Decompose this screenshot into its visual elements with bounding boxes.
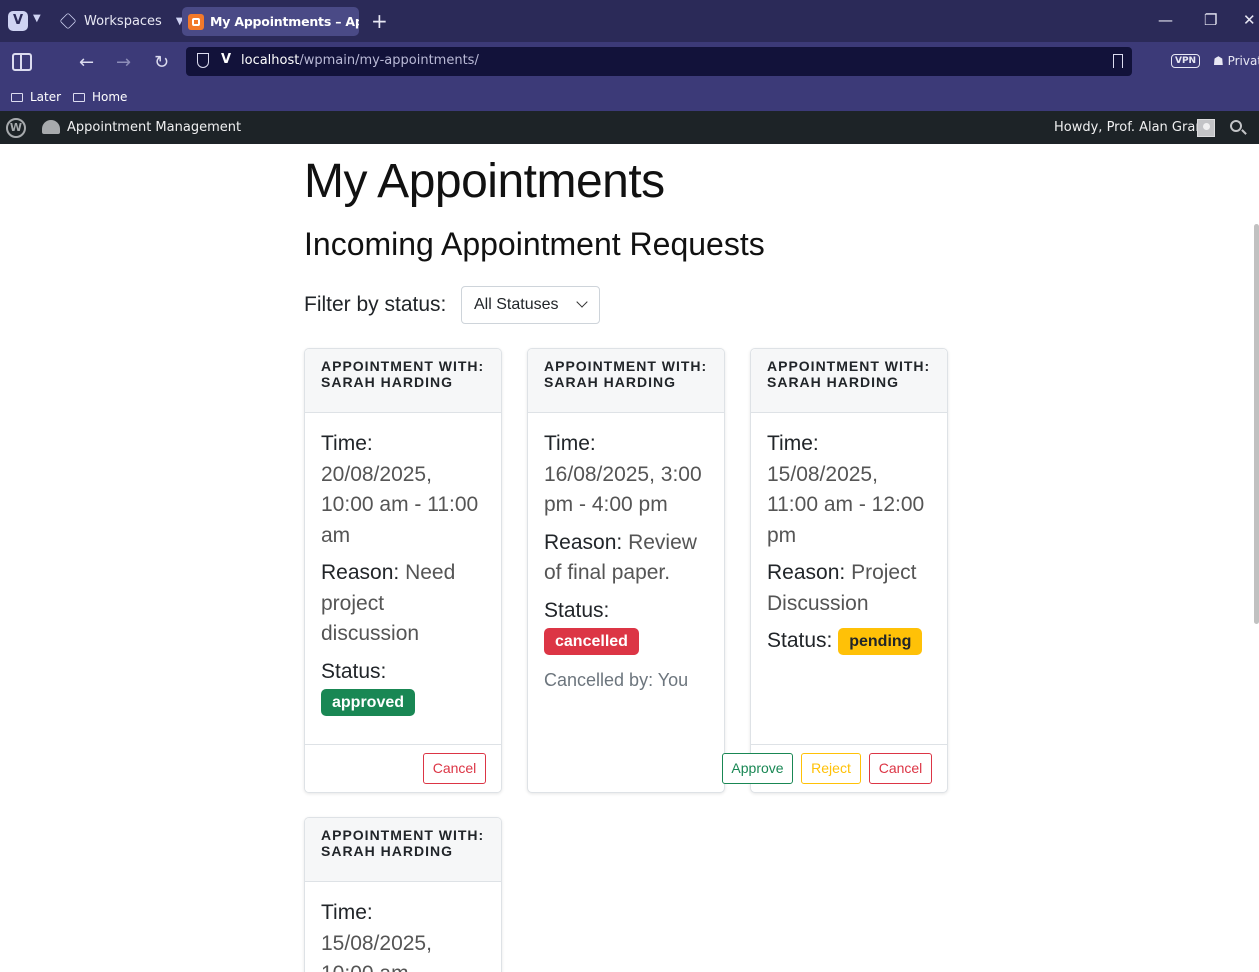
folder-icon: [11, 92, 23, 102]
chevron-down-icon[interactable]: ▼: [33, 13, 41, 24]
cancelled-by-note: Cancelled by: You: [544, 669, 689, 690]
time-value: 15/08/2025, 11:00 am - 12:00 pm: [767, 462, 925, 547]
forward-icon[interactable]: →: [116, 52, 131, 73]
reason-label: Reason:: [321, 561, 400, 584]
url-host: localhost: [241, 53, 300, 68]
reason-field: Reason: Review of final paper.: [544, 528, 708, 589]
time-label: Time:: [544, 432, 596, 455]
cancel-button[interactable]: Cancel: [423, 753, 486, 784]
appointment-card: Appointment with: Sarah Harding Time: 15…: [722, 348, 948, 793]
close-icon[interactable]: ✕: [1243, 11, 1256, 29]
tab-title: My Appointments – Appoir: [210, 14, 359, 29]
status-field: Status: approved: [321, 657, 485, 718]
browser-window: V ▼ Workspaces ▼ My Appointments – Appoi…: [0, 0, 1259, 972]
card-header: Appointment with: Sarah Harding: [751, 349, 947, 413]
bookmarks-bar: Later Home: [0, 82, 1259, 111]
time-field: Time: 15/08/2025, 11:00 am - 12:00 pm: [767, 429, 931, 551]
workspaces-button[interactable]: Workspaces ▼: [59, 11, 184, 31]
approve-button[interactable]: Approve: [722, 753, 793, 784]
private-label: Privat: [1227, 54, 1259, 68]
reload-icon[interactable]: ↻: [154, 52, 169, 73]
side-panel-icon[interactable]: [12, 53, 32, 71]
card-footer: Approve Reject Cancel: [722, 744, 947, 792]
card-body: Time: 15/08/2025, 10:00 am: [305, 882, 501, 972]
wordpress-logo-icon[interactable]: W: [6, 118, 26, 138]
card-body: Time: 20/08/2025, 10:00 am - 11:00 am Re…: [305, 413, 501, 718]
status-label: Status:: [321, 659, 387, 683]
chevron-down-icon: [576, 296, 588, 308]
address-toolbar: ← → ↻ V localhost/wpmain/my-appointments…: [0, 42, 1259, 82]
shield-icon[interactable]: [197, 53, 209, 68]
time-value: 16/08/2025, 3:00 pm - 4:00 pm: [544, 462, 702, 517]
restore-icon[interactable]: ❐: [1204, 11, 1217, 29]
appointment-card: Appointment with: Sarah Harding Time: 20…: [304, 348, 502, 793]
new-tab-icon[interactable]: +: [371, 9, 388, 33]
status-label: Status:: [544, 598, 610, 622]
bookmark-folder-home[interactable]: Home: [73, 90, 127, 104]
minimize-icon[interactable]: —: [1158, 11, 1173, 29]
dashboard-icon[interactable]: [42, 120, 60, 134]
status-badge: pending: [838, 627, 923, 655]
bookmark-label: Later: [30, 90, 62, 104]
card-body: Time: 15/08/2025, 11:00 am - 12:00 pm Re…: [751, 413, 947, 657]
filter-label: Filter by status:: [304, 293, 447, 316]
card-body: Time: 16/08/2025, 3:00 pm - 4:00 pm Reas…: [528, 413, 724, 695]
section-title: Incoming Appointment Requests: [304, 226, 765, 262]
time-field: Time: 15/08/2025, 10:00 am: [321, 898, 485, 972]
bookmark-icon[interactable]: [1113, 54, 1123, 68]
bookmark-label: Home: [92, 90, 128, 104]
card-footer: Cancel: [305, 744, 501, 792]
appointment-card: Appointment with: Sarah Harding Time: 15…: [304, 817, 502, 972]
time-field: Time: 20/08/2025, 10:00 am - 11:00 am: [321, 429, 485, 551]
page-content: My Appointments Incoming Appointment Req…: [0, 144, 1259, 972]
reason-label: Reason:: [544, 530, 623, 554]
status-filter-select[interactable]: All Statuses: [461, 286, 600, 324]
bookmark-folder-later[interactable]: Later: [11, 90, 61, 104]
time-field: Time: 16/08/2025, 3:00 pm - 4:00 pm: [544, 429, 708, 521]
avatar[interactable]: [1197, 119, 1215, 137]
card-header: Appointment with: Sarah Harding: [305, 349, 501, 413]
vpn-button[interactable]: VPN: [1171, 54, 1201, 68]
status-badge: approved: [321, 688, 416, 716]
time-label: Time:: [321, 432, 373, 455]
tab-bar: V ▼ Workspaces ▼ My Appointments – Appoi…: [0, 0, 1259, 42]
reason-label: Reason:: [767, 561, 846, 584]
status-label: Status:: [767, 629, 833, 652]
site-name-link[interactable]: Appointment Management: [67, 120, 241, 135]
time-value: 15/08/2025, 10:00 am: [321, 931, 432, 972]
site-favicon-icon: [188, 13, 204, 30]
folder-icon: [73, 92, 85, 102]
time-label: Time:: [321, 901, 373, 924]
appointment-card: Appointment with: Sarah Harding Time: 16…: [527, 348, 725, 793]
card-header: Appointment with: Sarah Harding: [528, 349, 724, 413]
ghost-icon: ☗: [1213, 54, 1228, 68]
time-label: Time:: [767, 432, 819, 455]
workspaces-label: Workspaces: [84, 13, 162, 29]
user-greeting[interactable]: Howdy, Prof. Alan Grant: [1054, 120, 1209, 135]
cancel-button[interactable]: Cancel: [869, 753, 932, 784]
back-icon[interactable]: ←: [79, 52, 94, 73]
vivaldi-menu-icon[interactable]: V: [8, 11, 28, 31]
reason-field: Reason: Need project discussion: [321, 558, 485, 650]
page-title: My Appointments: [304, 155, 665, 208]
reject-button[interactable]: Reject: [801, 753, 861, 784]
status-field: Status: cancelled: [544, 596, 708, 657]
scrollbar[interactable]: [1254, 224, 1259, 624]
vivaldi-site-icon: V: [221, 52, 232, 67]
card-header: Appointment with: Sarah Harding: [305, 818, 501, 882]
layers-icon: [59, 12, 77, 30]
reason-field: Reason: Project Discussion: [767, 558, 931, 619]
url-text[interactable]: localhost/wpmain/my-appointments/: [241, 53, 479, 68]
time-value: 20/08/2025, 10:00 am - 11:00 am: [321, 462, 479, 547]
filter-value: All Statuses: [474, 296, 559, 313]
wp-admin-bar: W Appointment Management Howdy, Prof. Al…: [0, 111, 1259, 144]
url-path: /wpmain/my-appointments/: [299, 53, 479, 68]
search-icon[interactable]: [1230, 120, 1242, 132]
private-indicator: ☗ Privat: [1213, 54, 1259, 68]
status-badge: cancelled: [544, 627, 639, 655]
tab-my-appointments[interactable]: My Appointments – Appoir: [182, 7, 359, 36]
url-field[interactable]: V localhost/wpmain/my-appointments/: [186, 47, 1132, 76]
status-field: Status: pending: [767, 626, 931, 657]
